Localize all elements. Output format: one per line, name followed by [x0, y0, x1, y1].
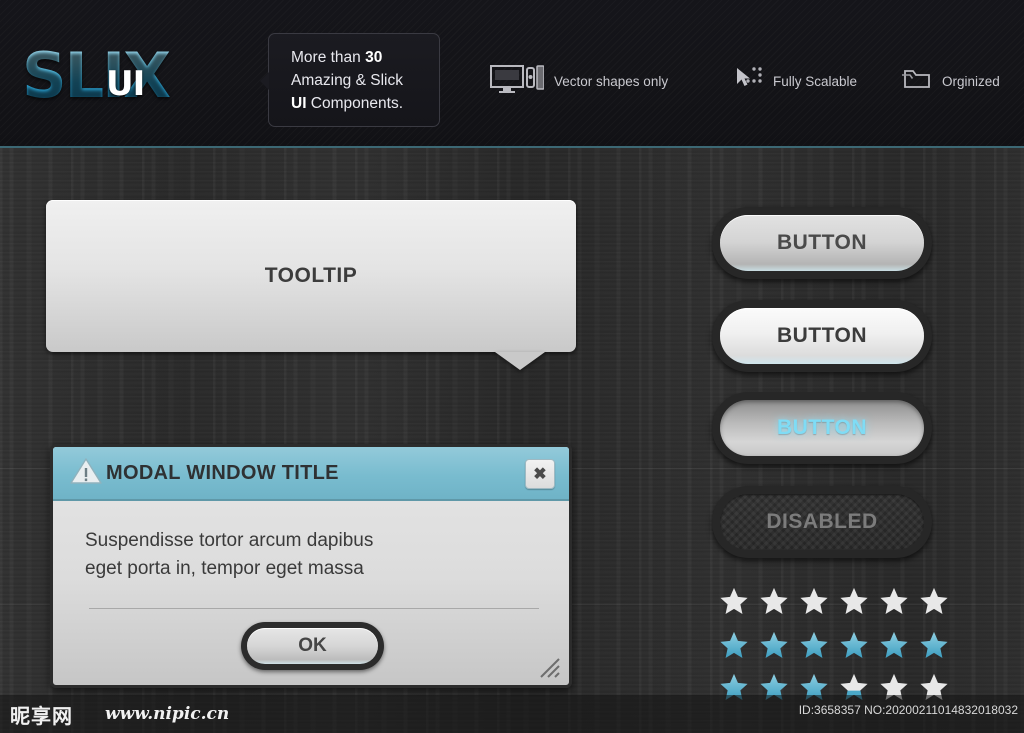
button-disabled-label: DISABLED — [720, 494, 924, 550]
ok-button-label: OK — [247, 628, 378, 664]
feature-label-fully-scalable: Fully Scalable — [773, 73, 858, 89]
star-icon[interactable] — [879, 586, 909, 616]
tooltip-component[interactable]: TOOLTIP — [46, 200, 576, 352]
star-icon[interactable] — [719, 586, 749, 616]
header-badge: More than 30 Amazing & Slick UI Componen… — [260, 33, 440, 127]
star-icon[interactable] — [839, 586, 869, 616]
badge-line-3: UI Components. — [291, 92, 439, 115]
page-root: SLIX UI More than 30 Amazing & Slick UI … — [0, 0, 1024, 733]
modal-body-line-1: Suspendisse tortor arcum dapibus — [85, 530, 374, 551]
close-icon[interactable]: ✖ — [525, 459, 555, 489]
button-disabled: DISABLED — [712, 486, 932, 558]
button-normal[interactable]: BUTTON — [712, 207, 932, 279]
tooltip-pointer — [495, 352, 545, 370]
star-icon[interactable] — [919, 630, 949, 660]
button-normal-label: BUTTON — [720, 215, 924, 271]
ok-button-frame: OK — [241, 622, 384, 670]
watermark-url: www.nipic.cn — [105, 704, 230, 724]
star-icon[interactable] — [759, 630, 789, 660]
brand-logo: SLIX UI — [22, 36, 252, 116]
badge-line-1-count: 30 — [365, 49, 383, 66]
button-hover-label: BUTTON — [720, 308, 924, 364]
modal-titlebar[interactable]: MODAL WINDOW TITLE ✖ — [53, 447, 569, 501]
star-icon[interactable] — [759, 586, 789, 616]
star-icon[interactable] — [719, 630, 749, 660]
feature-orginized: Orginized — [900, 62, 1000, 100]
footer-watermark-bar: 昵享网 www.nipic.cn ID:3658357 NO:202002110… — [0, 695, 1024, 733]
badge-line-3-strong: UI — [291, 95, 307, 112]
feature-fully-scalable: Fully Scalable — [735, 62, 857, 100]
warning-triangle-icon — [68, 456, 104, 491]
folder-icon — [900, 66, 932, 97]
stars-empty-row[interactable] — [719, 586, 949, 616]
devices-icon — [490, 63, 545, 100]
star-icon[interactable] — [799, 630, 829, 660]
badge-line-1: More than 30 — [291, 46, 439, 69]
modal-ok-button[interactable]: OK — [241, 622, 384, 670]
watermark-id-text: ID:3658357 NO:20200211014832018032 — [798, 703, 1018, 717]
feature-label-orginized: Orginized — [942, 73, 1000, 89]
tooltip-label: TOOLTIP — [264, 264, 358, 287]
button-active-label: BUTTON — [720, 400, 924, 456]
star-icon[interactable] — [839, 630, 869, 660]
cursor-scale-icon — [735, 66, 763, 97]
modal-body-line-2: eget porta in, tempor eget massa — [85, 558, 364, 579]
feature-vector-shapes: Vector shapes only — [490, 62, 668, 100]
star-icon[interactable] — [919, 586, 949, 616]
stars-full-row[interactable] — [719, 630, 949, 660]
watermark-logo: 昵享网 — [10, 704, 73, 728]
star-icon[interactable] — [799, 586, 829, 616]
badge-line-3-rest: Components. — [306, 95, 403, 112]
modal-title: MODAL WINDOW TITLE — [106, 461, 339, 484]
button-hover[interactable]: BUTTON — [712, 300, 932, 372]
brand-logo-ui-overlay: UI — [106, 64, 145, 104]
badge-line-1-prefix: More than — [291, 49, 366, 66]
feature-label-vector-shapes: Vector shapes only — [554, 73, 669, 89]
header-bar: SLIX UI More than 30 Amazing & Slick UI … — [0, 0, 1024, 148]
button-active[interactable]: BUTTON — [712, 392, 932, 464]
modal-body: Suspendisse tortor arcum dapibus eget po… — [53, 501, 569, 583]
badge-line-2: Amazing & Slick — [291, 72, 403, 89]
modal-divider — [89, 608, 539, 609]
star-icon[interactable] — [879, 630, 909, 660]
